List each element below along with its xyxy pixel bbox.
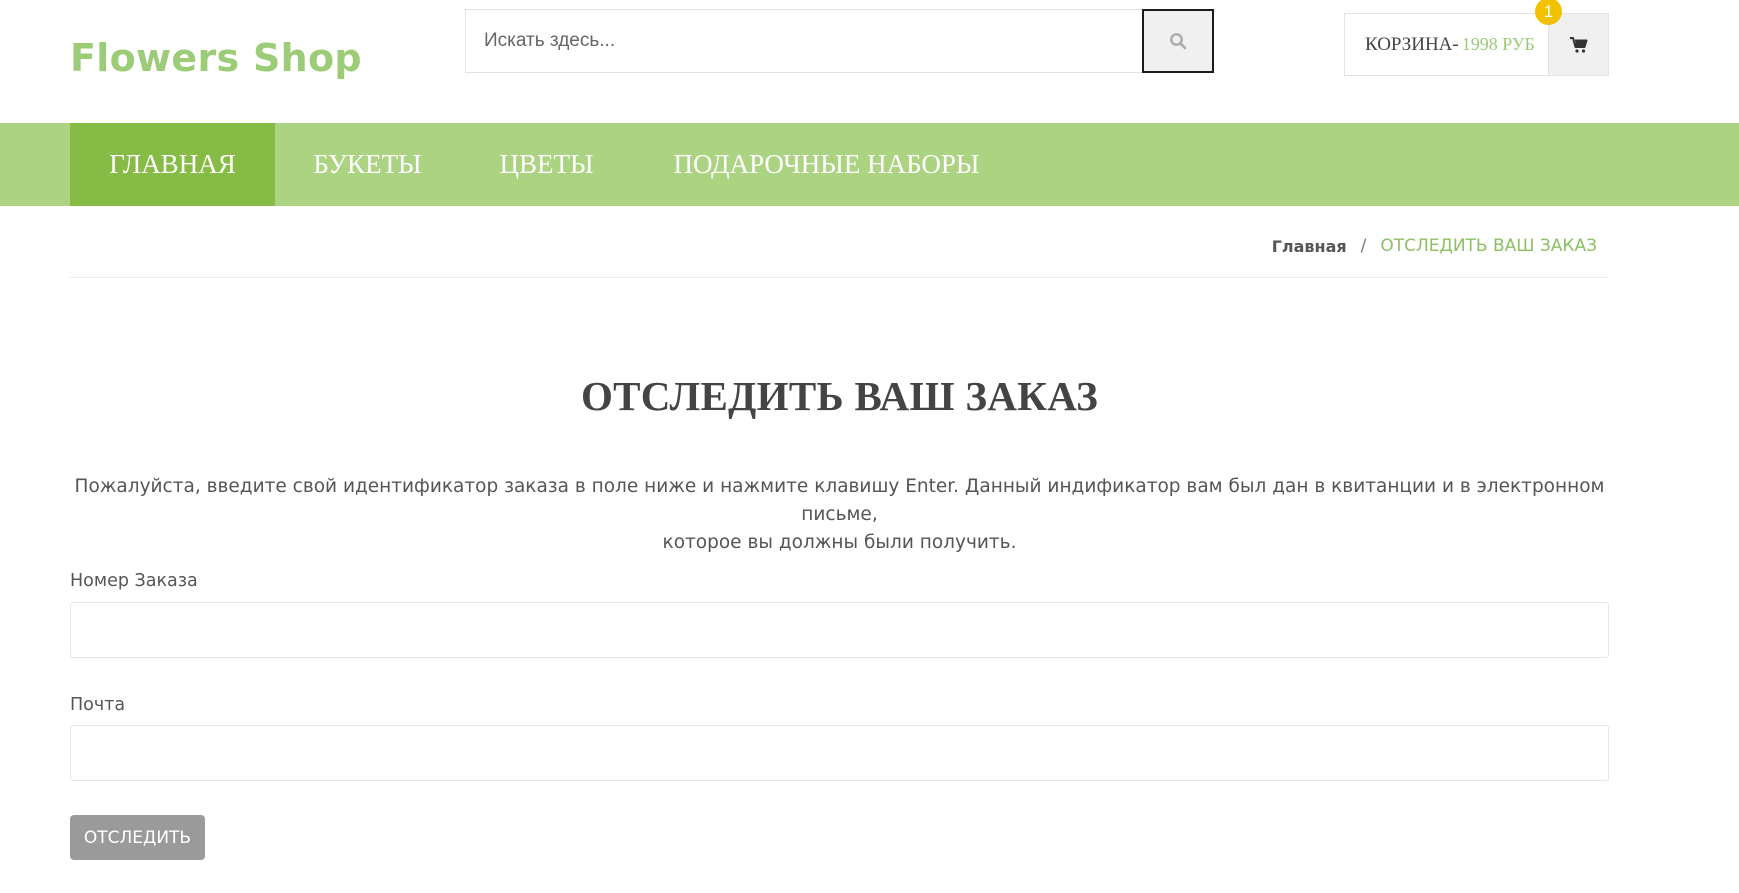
page-title: ОТСЛЕДИТЬ ВАШ ЗАКАЗ [580, 373, 1099, 419]
site-header: Flowers Shop КОРЗИНА- 1998 РУБ 1 [0, 0, 1739, 123]
nav-item-gift-sets[interactable]: ПОДАРОЧНЫЕ НАБОРЫ [633, 123, 1020, 206]
search-icon [1170, 33, 1187, 50]
intro-line-2: которое вы должны были получить. [662, 532, 1017, 553]
site-logo[interactable]: Flowers Shop [70, 36, 362, 80]
breadcrumb-home-link[interactable]: Главная [1272, 237, 1347, 256]
nav-item-flowers[interactable]: ЦВЕТЫ [460, 123, 633, 206]
cart-price: 1998 РУБ [1461, 34, 1535, 54]
cart-summary[interactable]: КОРЗИНА- 1998 РУБ [1345, 14, 1548, 75]
search-button[interactable] [1142, 9, 1214, 73]
breadcrumb: Главная / ОТСЛЕДИТЬ ВАШ ЗАКАЗ [1272, 236, 1597, 256]
order-number-input[interactable] [70, 602, 1609, 658]
email-input[interactable] [70, 725, 1609, 781]
search-input[interactable] [465, 9, 1142, 73]
search-bar [465, 9, 1214, 73]
breadcrumb-current: ОТСЛЕДИТЬ ВАШ ЗАКАЗ [1380, 236, 1597, 256]
cart-label: КОРЗИНА- [1365, 33, 1459, 55]
breadcrumb-divider [70, 277, 1609, 278]
breadcrumb-separator: / [1360, 236, 1367, 256]
email-label: Почта [70, 695, 126, 715]
intro-text: Пожалуйста, введите свой идентификатор з… [70, 473, 1609, 557]
intro-line-1: Пожалуйста, введите свой идентификатор з… [74, 476, 1605, 525]
cart-icon [1569, 36, 1587, 53]
cart-button[interactable] [1548, 14, 1608, 75]
cart-widget[interactable]: КОРЗИНА- 1998 РУБ [1344, 13, 1609, 76]
order-number-label: Номер Заказа [70, 571, 198, 591]
nav-item-bouquets[interactable]: БУКЕТЫ [275, 123, 460, 206]
main-nav: ГЛАВНАЯ БУКЕТЫ ЦВЕТЫ ПОДАРОЧНЫЕ НАБОРЫ [0, 123, 1739, 206]
track-order-button[interactable]: ОТСЛЕДИТЬ [70, 815, 205, 860]
nav-item-home[interactable]: ГЛАВНАЯ [70, 123, 275, 206]
